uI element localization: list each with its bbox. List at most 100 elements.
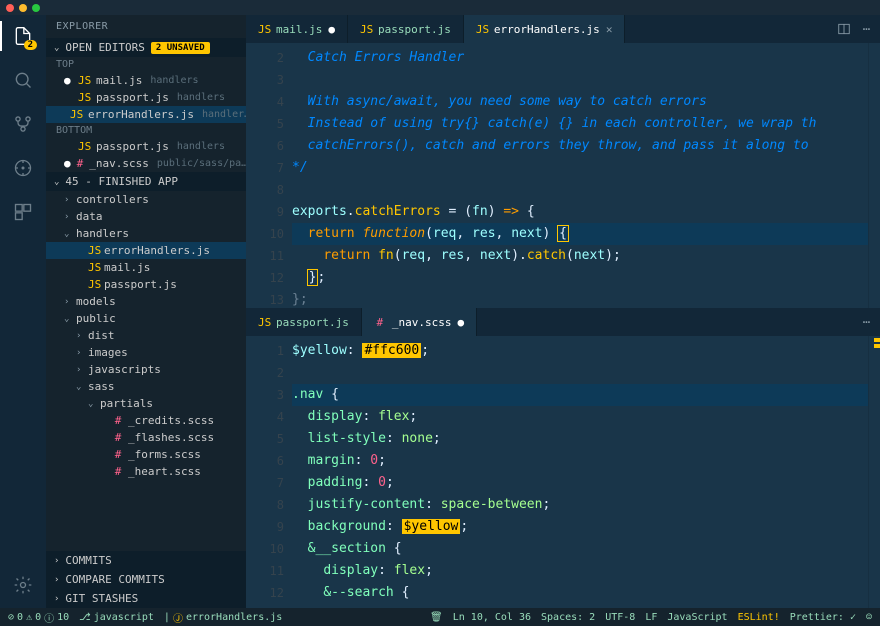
status-cursor[interactable]: Ln 10, Col 36 [453,612,531,623]
open-editors-header[interactable]: ⌄ OPEN EDITORS 2 UNSAVED [46,38,246,57]
sidebar-section[interactable]: › COMMITS [46,551,246,570]
debug-icon[interactable] [12,157,34,179]
traffic-min-icon[interactable] [19,4,27,12]
minimap[interactable] [868,43,880,308]
code-line[interactable]: display: flex; [292,560,868,582]
sidebar-section[interactable]: › GIT STASHES [46,589,246,608]
code-line[interactable] [292,179,868,201]
split-editor-icon[interactable] [837,22,851,36]
code-line[interactable]: */ [292,157,868,179]
code-line[interactable]: }; [292,267,868,289]
code-line[interactable]: justify-content: space-between; [292,494,868,516]
tree-file[interactable]: # _heart.scss [46,463,246,480]
open-editor-item[interactable]: JS passport.js handlers [46,89,246,106]
code-line[interactable]: margin: 0; [292,450,868,472]
code-line[interactable]: .nav { [292,384,868,406]
smiley-icon[interactable]: ☺ [866,612,872,623]
code-line[interactable]: }; [292,289,868,308]
trash-icon[interactable]: 🗑 [430,612,443,623]
scss-file-icon: # [112,448,124,461]
editor-bottom[interactable]: 123456789101112 $yellow: #ffc600;.nav { … [246,336,880,608]
chevron-down-icon: ⌄ [88,399,96,409]
tree-file[interactable]: JS mail.js [46,259,246,276]
code-line[interactable]: exports.catchErrors = (fn) => { [292,201,868,223]
tree-folder[interactable]: › javascripts [46,361,246,378]
js-file-icon: JS [88,278,100,291]
status-eslint[interactable]: ESLint! [738,612,780,623]
status-eol[interactable]: LF [645,612,657,623]
code-line[interactable]: display: flex; [292,406,868,428]
tree-folder[interactable]: ⌄ public [46,310,246,327]
code-line[interactable]: list-style: none; [292,428,868,450]
status-branch[interactable]: ⎇ javascript [79,612,154,623]
status-lang[interactable]: JavaScript [667,612,727,623]
traffic-max-icon[interactable] [32,4,40,12]
tree-folder[interactable]: ⌄ partials [46,395,246,412]
code-line[interactable]: catchErrors(), catch and errors they thr… [292,135,868,157]
code-line[interactable]: $yellow: #ffc600; [292,340,868,362]
tabbar-bottom: JS passport.js # _nav.scss ● ⋯ [246,308,880,336]
chevron-right-icon: › [54,556,59,566]
window-titlebar [0,0,880,15]
js-file-icon: JS [258,23,270,36]
code-line[interactable] [292,362,868,384]
tree-folder[interactable]: ⌄ handlers [46,225,246,242]
js-file-icon: JS [78,140,90,153]
tree-folder[interactable]: ⌄ sass [46,378,246,395]
traffic-close-icon[interactable] [6,4,14,12]
open-editor-item[interactable]: ● JS mail.js handlers [46,72,246,89]
editor-tab[interactable]: JS passport.js [348,15,464,43]
code-line[interactable]: padding: 0; [292,472,868,494]
status-prettier[interactable]: Prettier: ✓ [790,612,856,623]
chevron-down-icon: ⌄ [54,177,59,187]
editor-tab[interactable]: JS passport.js [246,308,362,336]
open-editor-item[interactable]: JS errorHandlers.js handler… [46,106,246,123]
extensions-icon[interactable] [12,201,34,223]
tree-file[interactable]: # _credits.scss [46,412,246,429]
explorer-icon[interactable]: 2 [12,25,34,47]
tree-folder[interactable]: › controllers [46,191,246,208]
status-spaces[interactable]: Spaces: 2 [541,612,595,623]
tree-folder[interactable]: › images [46,344,246,361]
settings-icon[interactable] [12,574,34,596]
chevron-right-icon: › [54,575,59,585]
editor-tab[interactable]: # _nav.scss ● [362,308,477,336]
js-file-icon: JS [70,108,82,121]
code-line[interactable] [292,69,868,91]
tree-file[interactable]: # _forms.scss [46,446,246,463]
status-file: errorHandlers.js [186,612,282,623]
code-line[interactable]: return function(req, res, next) { [292,223,868,245]
more-icon[interactable]: ⋯ [863,22,870,36]
tree-file[interactable]: JS passport.js [46,276,246,293]
minimap[interactable] [868,336,880,608]
code-line[interactable]: Catch Errors Handler [292,47,868,69]
tree-folder[interactable]: › models [46,293,246,310]
code-line[interactable]: background: $yellow; [292,516,868,538]
tree-folder[interactable]: › data [46,208,246,225]
code-line[interactable]: Instead of using try{} catch(e) {} in ea… [292,113,868,135]
status-problems[interactable]: ⊘0 ⚠0 ⓘ10 [8,610,69,625]
sidebar-section[interactable]: › COMPARE COMMITS [46,570,246,589]
editor-top[interactable]: 2345678910111213 Catch Errors Handler Wi… [246,43,880,308]
tree-file[interactable]: JS errorHandlers.js [46,242,246,259]
code-line[interactable]: &__section { [292,538,868,560]
chevron-right-icon: › [54,594,59,604]
chevron-right-icon: › [64,297,72,307]
editor-tab[interactable]: JS mail.js ● [246,15,348,43]
open-editor-item[interactable]: JS passport.js handlers [46,138,246,155]
close-icon[interactable]: ✕ [606,23,613,36]
more-icon[interactable]: ⋯ [863,315,870,329]
code-line[interactable]: &--search { [292,582,868,604]
search-icon[interactable] [12,69,34,91]
scm-icon[interactable] [12,113,34,135]
status-encoding[interactable]: UTF-8 [605,612,635,623]
tree-file[interactable]: # _flashes.scss [46,429,246,446]
tree-folder[interactable]: › dist [46,327,246,344]
activity-bar: 2 [0,15,46,608]
folder-header[interactable]: ⌄ 45 - FINISHED APP [46,172,246,191]
code-line[interactable]: return fn(req, res, next).catch(next); [292,245,868,267]
open-editor-item[interactable]: ● # _nav.scss public/sass/pa… [46,155,246,172]
js-file-icon: JS [88,244,100,257]
code-line[interactable]: With async/await, you need some way to c… [292,91,868,113]
editor-tab[interactable]: JS errorHandlers.js ✕ [464,15,626,43]
